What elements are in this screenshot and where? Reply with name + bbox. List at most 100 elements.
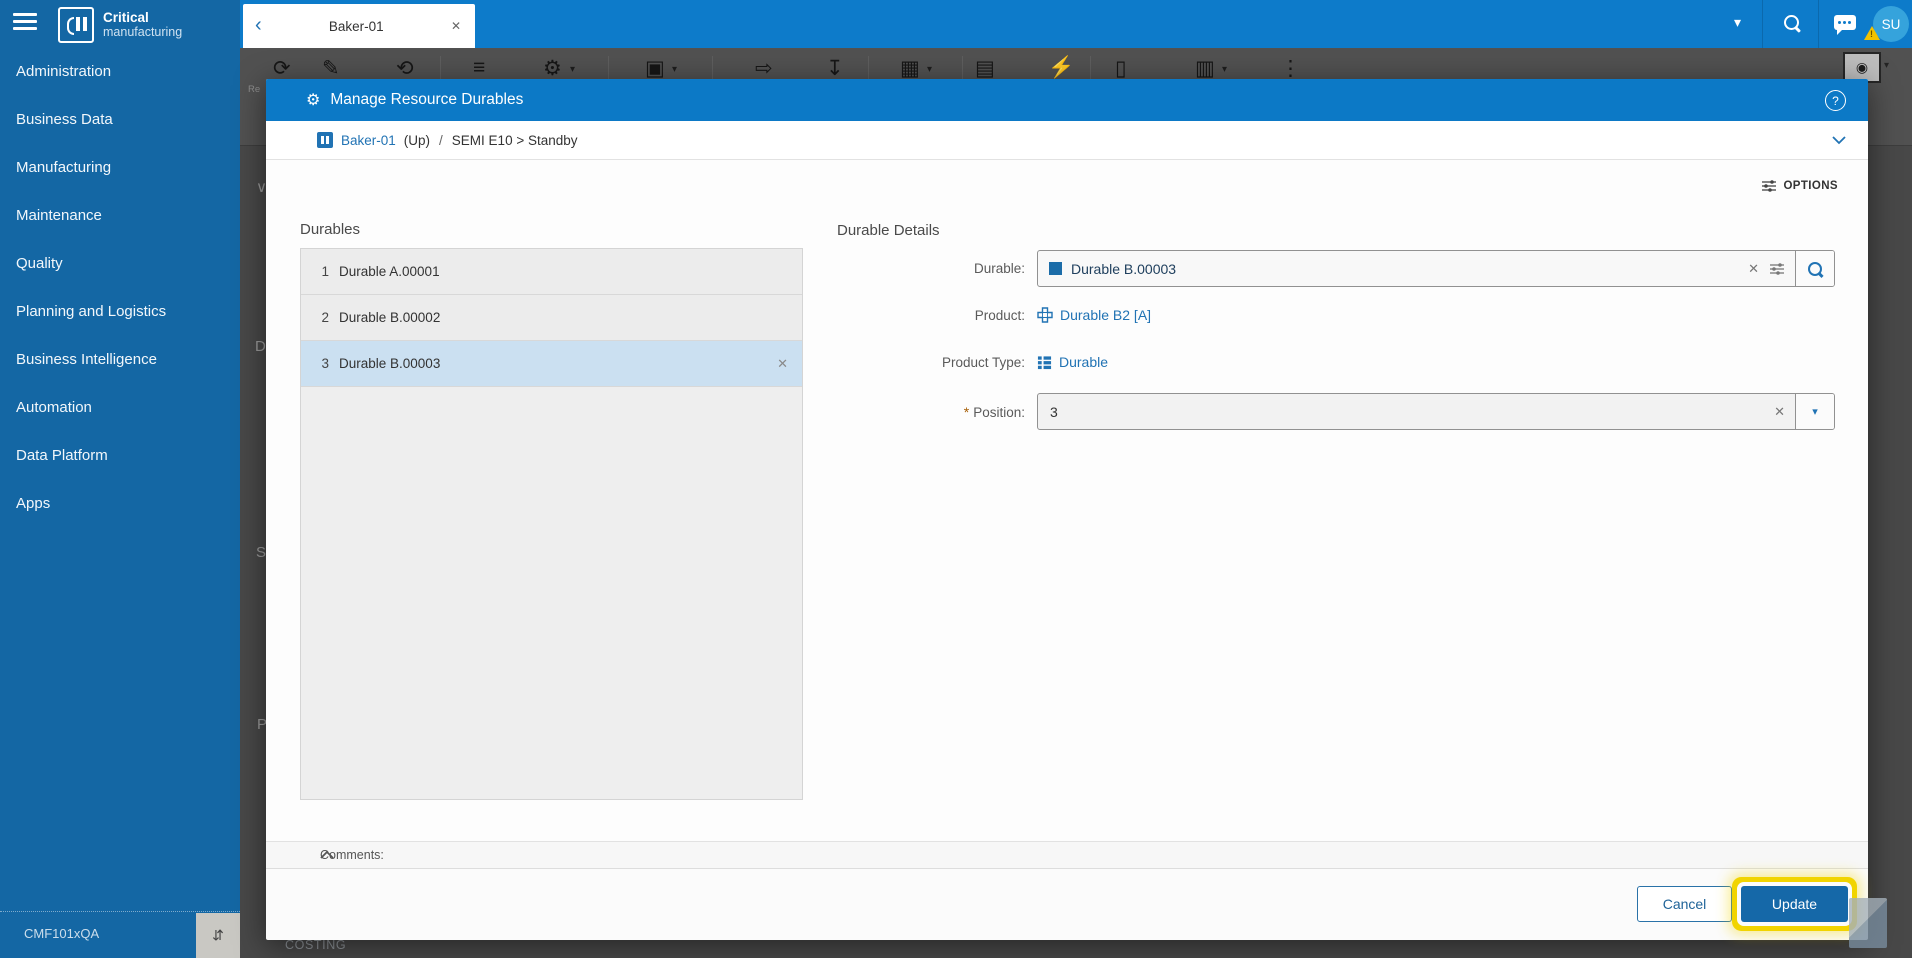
product-type-field: Durable — [1037, 354, 1108, 370]
sidebar-item-administration[interactable]: Administration — [0, 48, 240, 96]
logo-icon — [58, 7, 94, 43]
resource-e10-state: SEMI E10 > Standby — [451, 132, 578, 148]
product-field: Durable B2 [A] — [1037, 307, 1151, 323]
background-fragment: D — [255, 338, 266, 355]
tab-baker-01[interactable]: ‹ Baker-01 ✕ — [243, 4, 475, 48]
connection-status-icon[interactable]: ⇵ — [196, 913, 240, 958]
grid-icon: ▥ — [1195, 57, 1215, 80]
position-dropdown-button[interactable]: ▾ — [1795, 394, 1834, 429]
settings-icon: ⚙ — [543, 57, 562, 80]
list-item-durable-a-00001[interactable]: 1 Durable A.00001 — [301, 249, 802, 295]
durable-field[interactable]: Durable B.00003 ✕ — [1037, 250, 1835, 287]
refresh-icon: ⟳ — [273, 57, 291, 80]
durables-heading: Durables — [300, 221, 361, 238]
caret-down-icon: ▾ — [570, 64, 576, 75]
logo-line1: Critical — [103, 10, 149, 26]
product-icon — [1037, 307, 1053, 323]
sidebar-item-apps[interactable]: Apps — [0, 480, 240, 528]
row-index: 2 — [321, 310, 329, 325]
position-field[interactable]: 3 ✕ ▾ — [1037, 393, 1835, 430]
toolbar-label-fragment: Re — [248, 84, 261, 95]
search-icon[interactable] — [1784, 15, 1799, 35]
chevron-left-icon[interactable]: ‹ — [243, 15, 262, 37]
chart-icon: ▦ — [900, 57, 920, 80]
topbar: ‹ Baker-01 ✕ ▾ SU — [240, 0, 1912, 48]
clear-field-icon[interactable]: ✕ — [1738, 261, 1769, 277]
menu-icon[interactable] — [13, 13, 37, 31]
caret-down-icon: ▾ — [1884, 60, 1890, 71]
durable-details-heading: Durable Details — [837, 222, 940, 239]
sidebar-item-planning-and-logistics[interactable]: Planning and Logistics — [0, 288, 240, 336]
product-link[interactable]: Durable B2 [A] — [1060, 307, 1151, 323]
tab-title: Baker-01 — [328, 18, 384, 34]
app-logo: Critical manufacturing — [58, 7, 182, 43]
manage-durables-icon: ⚙ — [306, 92, 321, 109]
product-type-field-label: Product Type: — [941, 355, 1025, 370]
sidebar-item-maintenance[interactable]: Maintenance — [0, 192, 240, 240]
edit-icon: ✎ — [322, 57, 340, 80]
chat-icon[interactable] — [1834, 15, 1856, 35]
row-index: 1 — [321, 264, 329, 279]
required-mark: * — [963, 404, 970, 420]
position-label-text: Position: — [973, 405, 1025, 420]
sidebar-item-business-intelligence[interactable]: Business Intelligence — [0, 336, 240, 384]
sidebar-item-data-platform[interactable]: Data Platform — [0, 432, 240, 480]
durable-type-icon — [1049, 262, 1062, 275]
caret-down-icon: ▾ — [672, 64, 678, 75]
product-type-link[interactable]: Durable — [1059, 354, 1108, 370]
position-field-label: * Position: — [766, 404, 1025, 420]
screen-artifact — [1849, 898, 1887, 948]
list-item-durable-b-00002[interactable]: 2 Durable B.00002 — [301, 295, 802, 341]
sidebar-item-automation[interactable]: Automation — [0, 384, 240, 432]
row-name: Durable B.00003 — [339, 356, 441, 371]
help-icon[interactable]: ? — [1825, 90, 1846, 111]
background-section-costing: COSTING — [285, 938, 347, 952]
clear-field-icon[interactable]: ✕ — [1764, 404, 1795, 420]
dialog-title: Manage Resource Durables — [330, 91, 524, 108]
lightning-icon: ⚡ — [1048, 56, 1075, 79]
chevron-up-icon[interactable] — [320, 848, 1848, 862]
background-fragment: S — [256, 544, 267, 561]
topbar-divider — [1818, 0, 1819, 48]
caret-down-icon: ▾ — [927, 64, 933, 75]
sidebar: Critical manufacturing Administration Bus… — [0, 0, 240, 958]
product-field-label: Product: — [974, 308, 1025, 323]
durable-field-label: Durable: — [973, 261, 1025, 276]
queue-icon: ≡ — [473, 56, 486, 79]
durable-field-value: Durable B.00003 — [1071, 260, 1177, 277]
sidebar-item-business-data[interactable]: Business Data — [0, 96, 240, 144]
lookup-search-button[interactable] — [1795, 251, 1834, 286]
dialog-header: ⚙ Manage Resource Durables ? — [266, 79, 1868, 121]
list-item-durable-b-00003-selected[interactable]: 3 Durable B.00003 ✕ — [301, 341, 802, 387]
sidebar-nav: Administration Business Data Manufacturi… — [0, 48, 240, 528]
comments-section[interactable]: Comments: — [266, 841, 1868, 869]
product-type-icon — [1037, 355, 1052, 369]
download-icon: ↧ — [826, 57, 844, 80]
options-icon — [1762, 180, 1777, 192]
copy-icon: ▣ — [645, 57, 665, 80]
dialog-breadcrumb: Baker-01 (Up) / SEMI E10 > Standby — [266, 121, 1868, 160]
sidebar-item-manufacturing[interactable]: Manufacturing — [0, 144, 240, 192]
export-icon: ⇨ — [755, 57, 773, 80]
warning-icon — [1864, 26, 1880, 40]
breadcrumb-resource-link[interactable]: Baker-01 — [341, 133, 396, 148]
breadcrumb-separator: / — [439, 132, 443, 148]
row-name: Durable B.00002 — [339, 310, 441, 325]
filter-icon[interactable] — [1769, 262, 1795, 276]
close-tab-icon[interactable]: ✕ — [451, 19, 475, 33]
position-field-value: 3 — [1050, 403, 1058, 420]
cancel-button[interactable]: Cancel — [1637, 886, 1732, 922]
options-label: OPTIONS — [1783, 180, 1838, 192]
row-index: 3 — [321, 356, 329, 371]
resource-icon — [317, 132, 333, 148]
sidebar-item-quality[interactable]: Quality — [0, 240, 240, 288]
update-button[interactable]: Update — [1741, 886, 1848, 922]
chevron-down-icon[interactable] — [1832, 133, 1846, 148]
topbar-dropdown-icon[interactable]: ▾ — [1734, 14, 1741, 31]
recycle-icon: ⟲ — [396, 57, 414, 80]
row-name: Durable A.00001 — [339, 264, 440, 279]
options-button[interactable]: OPTIONS — [1761, 179, 1838, 193]
dialog-footer: Cancel Update — [266, 868, 1868, 940]
search-icon — [1808, 261, 1822, 276]
report-icon: ▤ — [975, 57, 995, 80]
